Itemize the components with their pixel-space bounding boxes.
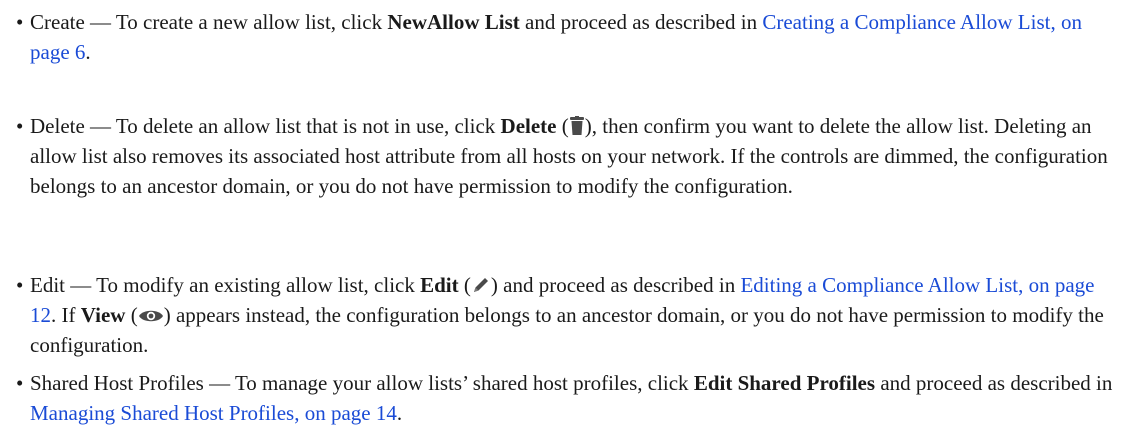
eye-icon — [138, 307, 164, 325]
item-after-link-text: . If — [51, 303, 81, 327]
paren-close: ) — [490, 273, 498, 297]
item-mid-text: and proceed as described in — [875, 371, 1113, 395]
item-dash-text: — To delete an allow list that is not in… — [84, 114, 501, 138]
paren-close: ) — [163, 303, 171, 327]
item-name: Create — [30, 10, 85, 34]
item-name: Edit — [30, 273, 65, 297]
edit-shared-profiles-label: Edit Shared Profiles — [693, 371, 876, 395]
list-item-delete: • Delete — To delete an allow list that … — [16, 111, 1116, 201]
bullet: • — [16, 371, 24, 395]
list-item-text: Edit — To modify an existing allow list,… — [30, 270, 1116, 360]
managing-shared-profiles-link[interactable]: Managing Shared Host Profiles, on page 1… — [30, 401, 397, 425]
item-mid-text: and proceed as described in — [497, 273, 741, 297]
list-item-shared-host-profiles: • Shared Host Profiles — To manage your … — [16, 368, 1116, 428]
paren-open: ( — [125, 303, 138, 327]
view-label: View — [80, 303, 126, 327]
list-item-create: • Create — To create a new allow list, c… — [16, 7, 1116, 67]
item-name: Delete — [30, 114, 85, 138]
bullet: • — [16, 10, 24, 34]
trash-icon — [569, 116, 585, 136]
new-allow-list-label: NewAllow List — [387, 10, 520, 34]
delete-label: Delete — [500, 114, 557, 138]
item-end-text: . — [396, 401, 403, 425]
item-dash-text: — To create a new allow list, click — [84, 10, 388, 34]
item-mid-text: and proceed as described in — [519, 10, 763, 34]
list-item-text: Shared Host Profiles — To manage your al… — [30, 368, 1116, 428]
bullet: • — [16, 273, 24, 297]
edit-label: Edit — [420, 273, 459, 297]
item-rest-text: appears instead, the configuration belon… — [30, 303, 1104, 357]
item-name: Shared Host Profiles — [30, 371, 204, 395]
paren-open: ( — [458, 273, 471, 297]
item-dash-text: — To manage your allow lists’ shared hos… — [203, 371, 694, 395]
document-page: • Create — To create a new allow list, c… — [0, 0, 1131, 445]
list-item-edit: • Edit — To modify an existing allow lis… — [16, 270, 1116, 360]
list-item-text: Delete — To delete an allow list that is… — [30, 111, 1116, 201]
item-dash-text: — To modify an existing allow list, clic… — [65, 273, 421, 297]
pencil-icon — [471, 275, 491, 295]
bullet: • — [16, 114, 24, 138]
paren-open: ( — [556, 114, 569, 138]
list-item-text: Create — To create a new allow list, cli… — [30, 7, 1116, 67]
paren-close: ), — [584, 114, 597, 138]
item-end-text: . — [85, 40, 91, 64]
